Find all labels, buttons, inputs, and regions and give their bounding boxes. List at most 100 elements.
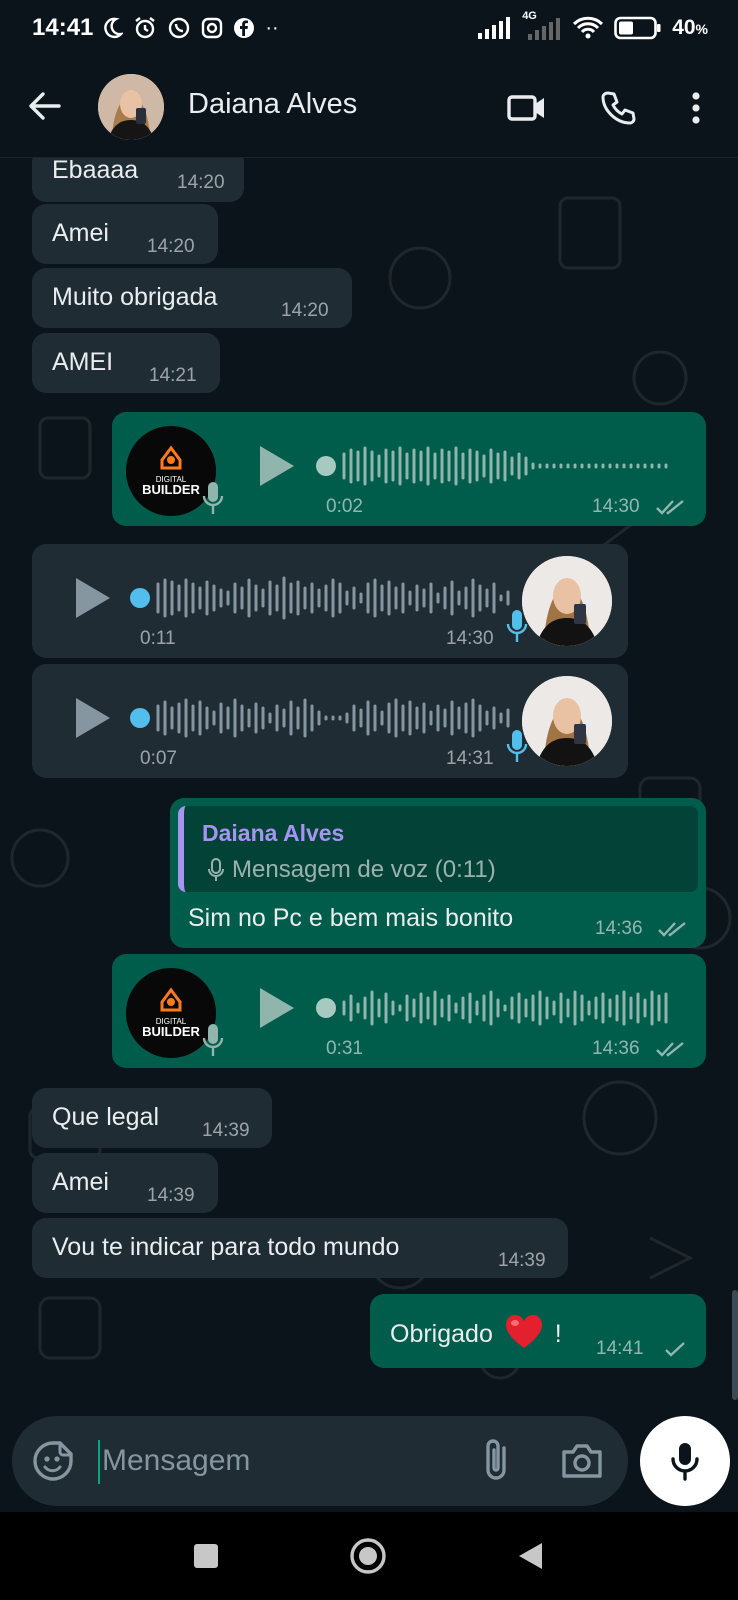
contact-avatar[interactable] — [98, 74, 164, 140]
message-time: 14:20 — [281, 300, 329, 321]
message-time: 14:20 — [147, 236, 195, 257]
message-time: 14:39 — [498, 1250, 546, 1271]
video-call-button[interactable] — [505, 86, 549, 130]
circle-home-icon — [350, 1538, 386, 1574]
alarm-icon — [135, 17, 156, 39]
voice-message-outgoing[interactable]: DIGITAL BUILDER 0:02 14:30 — [112, 412, 706, 526]
message-text: Muito obrigada — [52, 283, 218, 311]
play-icon[interactable] — [256, 986, 296, 1030]
signal-icon — [478, 17, 511, 39]
camera-icon[interactable] — [560, 1440, 604, 1482]
battery-level: 40 — [672, 16, 696, 39]
quoted-message[interactable]: Daiana Alves Mensagem de voz (0:11) — [178, 806, 698, 892]
message-bubble-incoming[interactable]: Ebaaaa 14:20 — [32, 158, 244, 202]
message-time: 14:21 — [149, 365, 197, 386]
playback-position-dot[interactable] — [316, 998, 336, 1018]
message-bubble-incoming[interactable]: Muito obrigada 14:20 — [32, 268, 352, 328]
play-icon[interactable] — [72, 696, 112, 740]
message-bubble-outgoing[interactable]: Obrigado ! 14:41 — [370, 1294, 706, 1368]
message-text: Amei — [52, 219, 109, 247]
message-text: AMEI — [52, 348, 114, 376]
emoji-sticker-icon[interactable] — [32, 1440, 74, 1482]
double-check-read-icon — [656, 500, 684, 515]
more-options-button[interactable] — [672, 86, 720, 130]
quoted-message-preview: Mensagem de voz (0:11) — [208, 856, 496, 884]
message-input[interactable]: Mensagem — [98, 1440, 250, 1484]
wifi-icon — [573, 16, 604, 39]
sender-avatar — [522, 676, 612, 766]
scrollbar[interactable] — [732, 1290, 738, 1400]
waveform[interactable] — [340, 982, 670, 1034]
voice-duration: 0:07 — [140, 748, 177, 769]
message-text: Sim no Pc e bem mais bonito — [188, 904, 514, 932]
whatsapp-icon — [169, 17, 190, 39]
message-bubble-incoming[interactable]: Amei 14:20 — [32, 204, 218, 264]
play-icon[interactable] — [256, 444, 296, 488]
message-bubble-incoming[interactable]: AMEI 14:21 — [32, 333, 220, 393]
playback-position-dot[interactable] — [130, 588, 150, 608]
video-call-icon — [507, 95, 544, 121]
instagram-icon — [202, 17, 223, 39]
message-time: 14:39 — [147, 1185, 195, 1206]
message-text-suffix: ! — [554, 1320, 562, 1348]
message-time: 14:20 — [177, 172, 225, 193]
back-arrow-icon — [29, 92, 61, 120]
message-text-main: Obrigado — [390, 1320, 493, 1348]
mic-icon — [506, 730, 528, 762]
message-time: 14:39 — [202, 1120, 250, 1141]
voice-message-outgoing[interactable]: DIGITAL BUILDER 0:31 14:36 — [112, 954, 706, 1068]
recent-apps-button[interactable] — [184, 1534, 228, 1578]
chat-header: Daiana Alves — [0, 56, 738, 158]
signal-4g-icon: 4G — [522, 10, 562, 40]
facebook-icon — [234, 18, 255, 38]
message-bubble-incoming[interactable]: Que legal 14:39 — [32, 1088, 272, 1148]
clock: 14:41 — [32, 14, 94, 41]
system-navigation-bar — [0, 1512, 738, 1600]
playback-position-dot[interactable] — [130, 708, 150, 728]
voice-record-button[interactable] — [640, 1416, 730, 1506]
home-button[interactable] — [346, 1534, 390, 1578]
waveform[interactable] — [340, 440, 670, 492]
mic-icon — [202, 482, 224, 514]
message-text: Amei — [52, 1168, 109, 1196]
mic-icon — [208, 858, 224, 881]
message-time: 14:30 — [446, 628, 494, 649]
double-check-read-icon — [658, 922, 686, 937]
attach-icon[interactable] — [476, 1438, 516, 1484]
battery-icon — [614, 16, 661, 40]
message-text: Que legal — [52, 1103, 160, 1131]
more-options-icon — [692, 92, 700, 124]
voice-call-button[interactable] — [596, 86, 640, 130]
message-bubble-incoming[interactable]: Amei 14:39 — [32, 1153, 218, 1213]
composer-bar: Mensagem — [0, 1412, 738, 1512]
status-bar: 14:41 ·· 4G 40% — [0, 0, 738, 56]
message-time: 14:30 — [592, 496, 640, 517]
avatar-logo-text-bottom: BUILDER — [142, 1024, 200, 1039]
message-input-container[interactable]: Mensagem — [12, 1416, 628, 1506]
phone-call-icon — [601, 91, 636, 125]
triangle-back-icon — [519, 1543, 542, 1569]
voice-message-incoming[interactable]: 0:07 14:31 — [32, 664, 628, 778]
voice-message-incoming[interactable]: 0:11 14:30 — [32, 544, 628, 658]
heart-emoji — [505, 1315, 542, 1348]
message-bubble-outgoing-reply[interactable]: Daiana Alves Mensagem de voz (0:11) Sim … — [170, 798, 706, 948]
contact-name[interactable]: Daiana Alves — [188, 88, 357, 121]
waveform[interactable] — [154, 572, 524, 624]
playback-position-dot[interactable] — [316, 456, 336, 476]
message-bubble-incoming[interactable]: Vou te indicar para todo mundo 14:39 — [32, 1218, 568, 1278]
back-button[interactable] — [24, 86, 64, 126]
back-nav-button[interactable] — [508, 1534, 552, 1578]
message-time: 14:36 — [592, 1038, 640, 1059]
square-icon — [194, 1544, 218, 1568]
single-check-sent-icon — [665, 1342, 685, 1357]
sender-avatar — [522, 556, 612, 646]
message-list[interactable]: Ebaaaa 14:20 Amei 14:20 Muito obrigada 1… — [0, 158, 738, 1412]
avatar-logo-text-bottom: BUILDER — [142, 482, 200, 497]
waveform[interactable] — [154, 692, 524, 744]
play-icon[interactable] — [72, 576, 112, 620]
voice-duration: 0:31 — [326, 1038, 363, 1059]
message-text: Vou te indicar para todo mundo — [52, 1233, 400, 1261]
voice-duration: 0:02 — [326, 496, 363, 517]
mic-icon — [506, 610, 528, 642]
voice-duration: 0:11 — [140, 628, 176, 649]
